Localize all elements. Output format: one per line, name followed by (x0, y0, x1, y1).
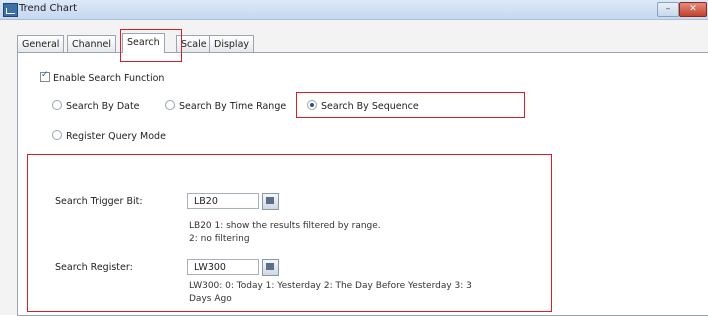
search-trigger-bit-field[interactable] (187, 193, 259, 209)
radio-label: Search By Sequence (321, 101, 419, 112)
search-tab-content (17, 52, 708, 316)
trigger-bit-note-line1: LB20 1: show the results filtered by ran… (189, 221, 381, 231)
radio-search-by-sequence[interactable]: Search By Sequence (307, 100, 419, 112)
radio-register-query-mode[interactable]: Register Query Mode (52, 130, 166, 142)
minimize-icon: – (665, 4, 671, 14)
tab-search[interactable]: Search (122, 33, 165, 53)
radio-icon (52, 100, 62, 110)
address-picker-icon[interactable] (262, 193, 279, 210)
register-note-line2: Days Ago (189, 294, 232, 304)
close-button[interactable]: ✕ (679, 2, 707, 17)
search-trigger-bit-label: Search Trigger Bit: (55, 196, 143, 207)
tab-channel[interactable]: Channel (67, 35, 117, 53)
enable-search-checkbox[interactable]: Enable Search Function (40, 70, 165, 84)
tab-display[interactable]: Display (209, 35, 255, 53)
register-note-line1: LW300: 0: Today 1: Yesterday 2: The Day … (189, 281, 472, 291)
radio-label: Register Query Mode (66, 131, 166, 142)
trend-chart-icon (3, 3, 18, 17)
radio-label: Search By Date (66, 101, 140, 112)
search-register-label: Search Register: (55, 262, 133, 273)
radio-icon (52, 130, 62, 140)
address-picker-icon[interactable] (262, 259, 279, 276)
checkbox-checked-icon (40, 70, 50, 82)
window-title: Trend Chart (19, 3, 78, 14)
trigger-bit-note-line2: 2: no filtering (189, 234, 250, 244)
search-register-field[interactable] (187, 259, 259, 275)
radio-icon (165, 100, 175, 110)
radio-label: Search By Time Range (179, 101, 287, 112)
close-icon: ✕ (689, 4, 697, 14)
tab-general[interactable]: General (17, 35, 65, 53)
radio-search-by-time-range[interactable]: Search By Time Range (165, 100, 286, 112)
title-bar: Trend Chart – ✕ (0, 0, 708, 20)
minimize-button[interactable]: – (657, 2, 679, 17)
radio-search-by-date[interactable]: Search By Date (52, 100, 140, 112)
radio-selected-icon (307, 100, 317, 110)
tab-scale[interactable]: Scale (176, 35, 212, 53)
enable-search-label: Enable Search Function (53, 73, 165, 84)
